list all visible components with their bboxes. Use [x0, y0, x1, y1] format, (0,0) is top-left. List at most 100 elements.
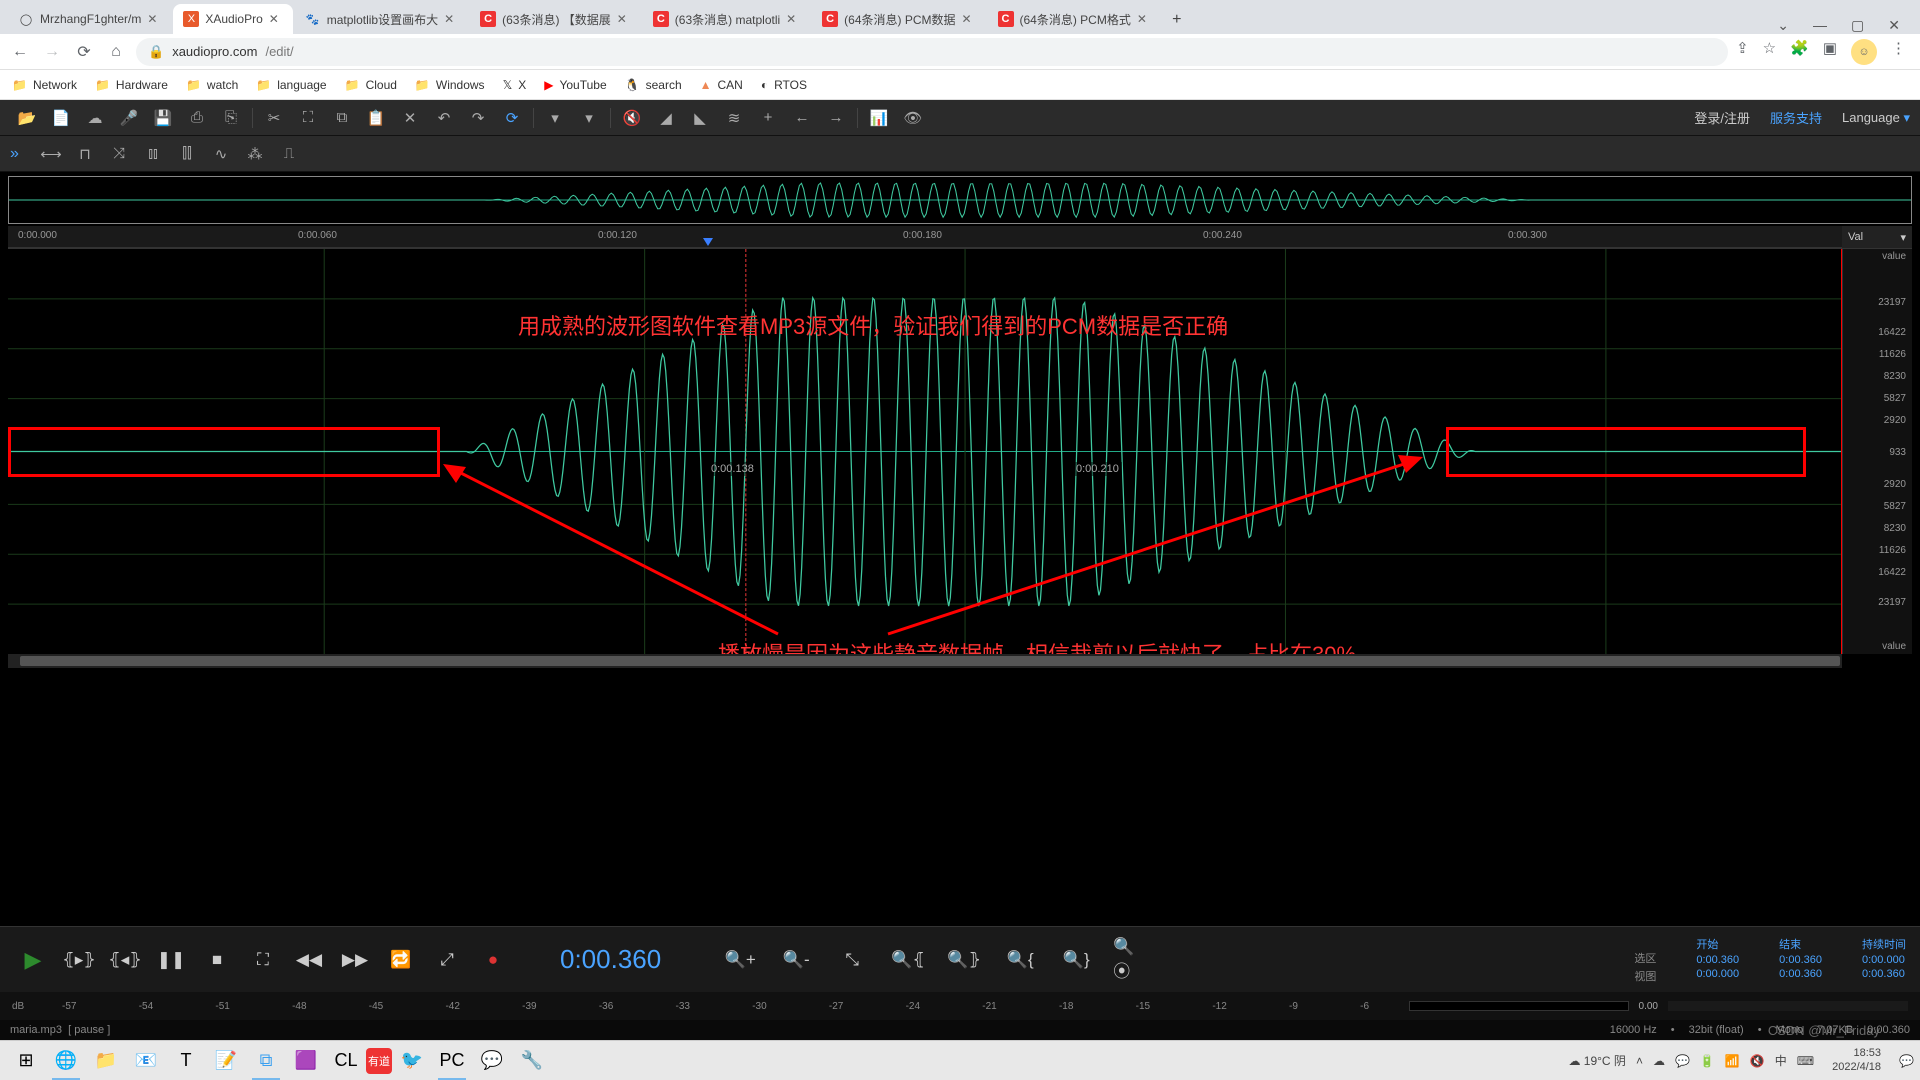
bookmark-item[interactable]: 📁Hardware	[95, 78, 168, 92]
forward-button[interactable]: →	[40, 40, 64, 64]
browser-tab[interactable]: C(64条消息) PCM数据✕	[812, 4, 985, 34]
pycharm-icon[interactable]: PC	[432, 1042, 472, 1080]
bookmark-item[interactable]: ◐RTOS	[761, 78, 807, 92]
zoom-in-button[interactable]: 🔍+	[721, 941, 759, 979]
tray-app-icon[interactable]: 💬	[1675, 1054, 1690, 1068]
equalizer-icon[interactable]: ⫾⫾	[136, 137, 170, 171]
weather-widget[interactable]: ☁ 19°C 阴	[1568, 1052, 1626, 1069]
bookmark-item[interactable]: 𝕏X	[503, 78, 527, 92]
close-icon[interactable]: ✕	[617, 12, 631, 26]
battery-icon[interactable]: 🔋	[1700, 1054, 1715, 1068]
system-clock[interactable]: 18:53 2022/4/18	[1824, 1047, 1889, 1073]
browser-tab[interactable]: C(63条消息) 【数据展✕	[470, 4, 641, 34]
share-icon[interactable]: ⇪	[1736, 39, 1749, 65]
paste-icon[interactable]: 📋	[359, 101, 393, 135]
close-icon[interactable]: ✕	[147, 12, 161, 26]
new-file-icon[interactable]: 📄	[44, 101, 78, 135]
open-file-icon[interactable]: 📂	[10, 101, 44, 135]
add-icon[interactable]: +	[751, 101, 785, 135]
bookmark-item[interactable]: ▶YouTube	[544, 78, 606, 92]
skip-back-button[interactable]: ⦃▸⦄	[60, 941, 98, 979]
fade-out-icon[interactable]: ◣	[683, 101, 717, 135]
dropdown-icon[interactable]: ▾	[572, 101, 606, 135]
collapse-chevron-icon[interactable]: »	[10, 145, 34, 163]
bookmark-item[interactable]: 📁Network	[12, 78, 77, 92]
start-button[interactable]: ⊞	[6, 1042, 46, 1080]
play-button[interactable]: ▶	[14, 941, 52, 979]
value-axis-header[interactable]: Val▾	[1842, 226, 1912, 248]
shuffle-icon[interactable]: ⤨	[102, 137, 136, 171]
zoom-out-button[interactable]: 🔍-	[777, 941, 815, 979]
record-button[interactable]: ●	[474, 941, 512, 979]
volume-icon[interactable]: 🔇	[1750, 1054, 1765, 1068]
stop-button[interactable]: ■	[198, 941, 236, 979]
clion-icon[interactable]: CL	[326, 1042, 366, 1080]
youdao-icon[interactable]: 有道	[366, 1048, 392, 1074]
menu-icon[interactable]: ⋮	[1891, 39, 1906, 65]
language-dropdown[interactable]: Language ▾	[1842, 110, 1910, 126]
wave-icon[interactable]: ∿	[204, 137, 238, 171]
refresh-icon[interactable]: ⟳	[495, 101, 529, 135]
mute-icon[interactable]: 🔇	[615, 101, 649, 135]
undo-icon[interactable]: ↶	[427, 101, 461, 135]
export-icon[interactable]: ⎙	[180, 101, 214, 135]
browser-tab[interactable]: ◯MrzhangF1ghter/m✕	[8, 4, 171, 34]
extensions-icon[interactable]: 🧩	[1790, 39, 1809, 65]
save-icon[interactable]: 💾	[146, 101, 180, 135]
normalize-icon[interactable]: ≋	[717, 101, 751, 135]
minimize-icon[interactable]: —	[1813, 17, 1827, 34]
cloud-upload-icon[interactable]: ☁	[78, 101, 112, 135]
save-selection-icon[interactable]: ⎘	[214, 101, 248, 135]
time-ruler[interactable]: 0:00.000 0:00.060 0:00.120 0:00.180 0:00…	[8, 226, 1912, 248]
fit-button[interactable]: ⤢	[428, 941, 466, 979]
chrome-icon[interactable]: 🌐	[46, 1042, 86, 1080]
close-window-icon[interactable]: ✕	[1888, 17, 1900, 34]
redo-icon[interactable]: ↷	[461, 101, 495, 135]
wifi-icon[interactable]: 📶	[1725, 1054, 1740, 1068]
back-button[interactable]: ←	[8, 40, 32, 64]
ime-icon[interactable]: 中	[1775, 1052, 1787, 1069]
zoom-left-button[interactable]: 🔍{	[1001, 941, 1039, 979]
browser-tab[interactable]: XXAudioPro✕	[173, 4, 292, 34]
crop-icon[interactable]: ⛶	[291, 101, 325, 135]
fade-in-icon[interactable]: ◢	[649, 101, 683, 135]
close-icon[interactable]: ✕	[962, 12, 976, 26]
browser-tab[interactable]: C(64条消息) PCM格式✕	[988, 4, 1161, 34]
effect-icon[interactable]: ⁂	[238, 137, 272, 171]
bookmark-star-icon[interactable]: ☆	[1763, 39, 1776, 65]
skip-fwd-button[interactable]: ⦃◂⦄	[106, 941, 144, 979]
rewind-button[interactable]: ◀◀	[290, 941, 328, 979]
zoom-right-button[interactable]: 🔍}	[1057, 941, 1095, 979]
maximize-icon[interactable]: ▢	[1851, 17, 1864, 34]
zoom-all-button[interactable]: 🔍⦿	[1113, 941, 1151, 979]
pause-button[interactable]: ❚❚	[152, 941, 190, 979]
browser-tab[interactable]: C(63条消息) matplotli✕	[643, 4, 810, 34]
home-button[interactable]: ⌂	[104, 40, 128, 64]
zoom-sel-out-button[interactable]: 🔍⦄	[945, 941, 983, 979]
view-icon[interactable]: 👁	[896, 101, 930, 135]
close-icon[interactable]: ✕	[786, 12, 800, 26]
app-icon[interactable]: 🔧	[512, 1042, 552, 1080]
copy-icon[interactable]: ⧉	[325, 101, 359, 135]
pulse-icon[interactable]: ⎍	[272, 137, 306, 171]
sliders-icon[interactable]: ⫿⫿	[170, 137, 204, 171]
text-icon[interactable]: T	[166, 1042, 206, 1080]
dropdown-icon[interactable]: ▾	[538, 101, 572, 135]
vscode-icon[interactable]: ⧉	[246, 1042, 286, 1080]
bookmark-item[interactable]: 📁Windows	[415, 78, 485, 92]
bookmark-item[interactable]: 📁Cloud	[345, 78, 397, 92]
close-icon[interactable]: ✕	[1137, 12, 1151, 26]
sidepanel-icon[interactable]: ▣	[1823, 39, 1837, 65]
cut-icon[interactable]: ✂	[257, 101, 291, 135]
explorer-icon[interactable]: 📁	[86, 1042, 126, 1080]
waveform-editor[interactable]: 用成熟的波形图软件查看MP3源文件，验证我们得到的PCM数据是否正确 播放慢是因…	[8, 248, 1912, 668]
bookmark-item[interactable]: 🐧search	[625, 78, 682, 92]
ime-mode-icon[interactable]: ⌨	[1797, 1054, 1814, 1068]
shift-right-icon[interactable]: →	[819, 101, 853, 135]
reload-button[interactable]: ⟳	[72, 40, 96, 64]
bookmark-item[interactable]: 📁language	[256, 78, 326, 92]
shift-left-icon[interactable]: ←	[785, 101, 819, 135]
outlook-icon[interactable]: 📧	[126, 1042, 166, 1080]
fastfwd-button[interactable]: ▶▶	[336, 941, 374, 979]
close-icon[interactable]: ✕	[444, 12, 458, 26]
